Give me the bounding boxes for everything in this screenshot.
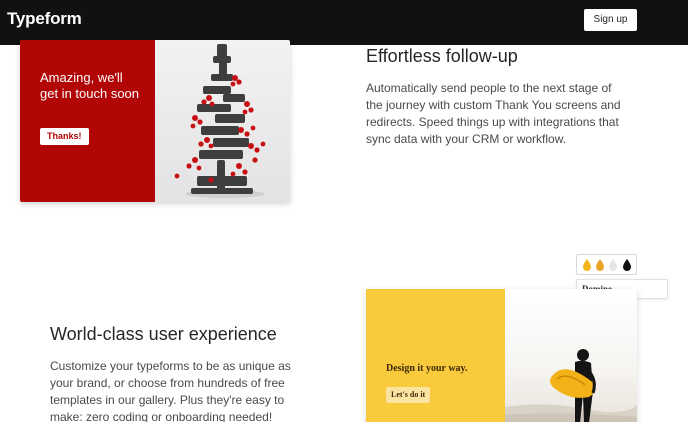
sign-up-button[interactable]: Sign up: [584, 9, 637, 31]
top-nav-bar: Typeform Sign up: [0, 0, 688, 45]
section-title-experience: World-class user experience: [50, 324, 277, 344]
thank-you-message: Amazing, we'll get in touch soon: [40, 70, 140, 101]
amber-drop-swatch[interactable]: [595, 259, 605, 271]
thanks-button[interactable]: Thanks!: [40, 128, 89, 145]
design-card-title: Design it your way.: [386, 363, 468, 374]
section-body-experience: Customize your typeforms to be as unique…: [50, 359, 291, 422]
surfer-illustration: [505, 349, 637, 422]
yellow-drop-swatch[interactable]: [582, 259, 592, 271]
thank-you-panel: Amazing, we'll get in touch soon Thanks!: [20, 40, 155, 202]
light-gray-drop-swatch[interactable]: [608, 259, 618, 271]
lets-do-it-button[interactable]: Let's do it: [386, 387, 431, 403]
surfer-image: [505, 289, 637, 422]
typeform-logo[interactable]: Typeform: [7, 9, 82, 29]
berry-sculpture-illustration: [174, 44, 266, 198]
section-body-followup: Automatically send people to the next st…: [366, 81, 621, 146]
design-panel: Design it your way. Let's do it: [366, 289, 505, 422]
color-swatch-picker: [576, 254, 637, 275]
design-preview-card: Design it your way. Let's do it: [366, 289, 637, 422]
section-title-followup: Effortless follow-up: [366, 46, 518, 66]
sculpture-image: [155, 40, 290, 202]
black-drop-swatch[interactable]: [622, 259, 632, 271]
thank-you-preview-card: Amazing, we'll get in touch soon Thanks!: [20, 40, 290, 202]
